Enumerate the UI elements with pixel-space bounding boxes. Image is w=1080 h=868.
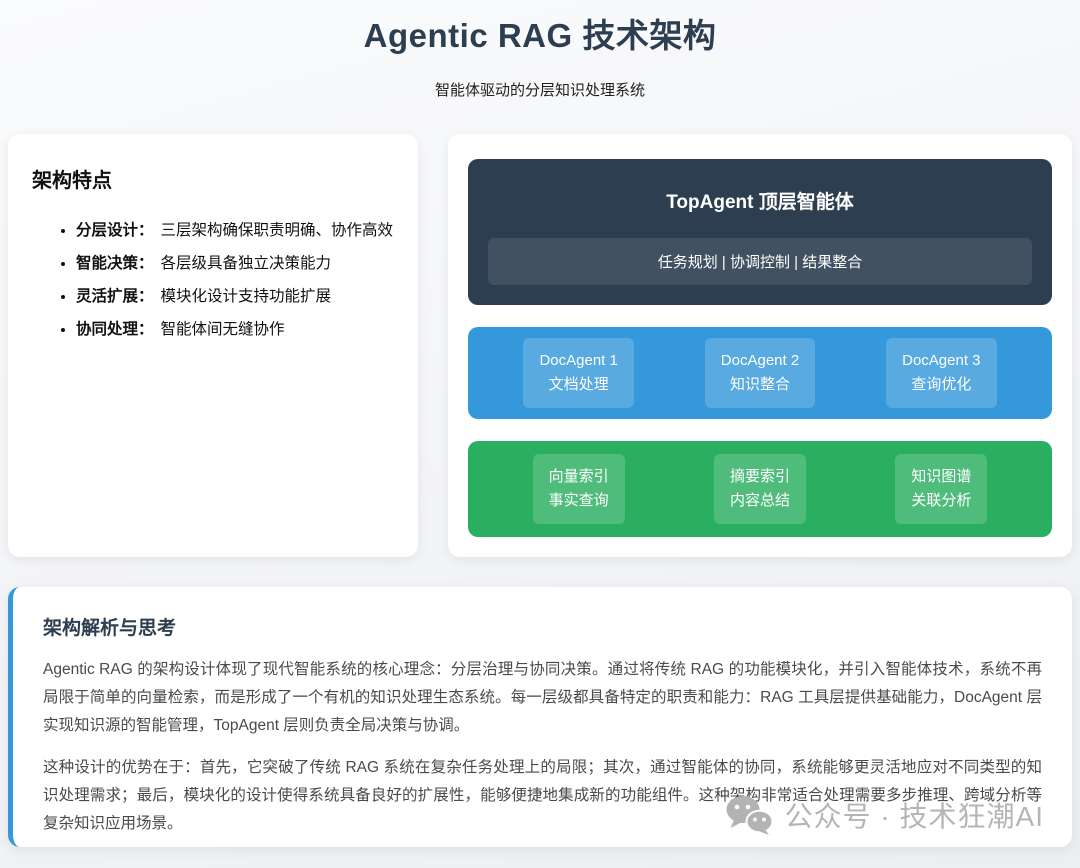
- feature-desc: 智能体间无缝协作: [161, 321, 285, 338]
- feature-term: 智能决策：: [76, 255, 154, 272]
- watermark-text: 公众号 · 技术狂潮AI: [785, 795, 1044, 835]
- doc-agent-role: 文档处理: [539, 373, 617, 397]
- features-list: 分层设计： 三层架构确保职责明确、协作高效 智能决策： 各层级具备独立决策能力 灵活…: [32, 219, 394, 342]
- feature-desc: 模块化设计支持功能扩展: [161, 288, 332, 305]
- page-header: Agentic RAG 技术架构 智能体驱动的分层知识处理系统: [0, 0, 1080, 100]
- watermark: 公众号 · 技术狂潮AI: [725, 795, 1044, 835]
- feature-item-intelligent-decision: 智能决策： 各层级具备独立决策能力: [76, 252, 394, 276]
- wechat-icon: [725, 795, 773, 835]
- tool-role: 内容总结: [730, 489, 790, 513]
- feature-item-flexible-extension: 灵活扩展： 模块化设计支持功能扩展: [76, 285, 394, 309]
- top-row: 架构特点 分层设计： 三层架构确保职责明确、协作高效 智能决策： 各层级具备独立决策…: [8, 134, 1072, 557]
- top-agent-functions: 任务规划 | 协调控制 | 结果整合: [488, 238, 1032, 285]
- doc-agent-role: 知识整合: [721, 373, 799, 397]
- feature-item-collaborative-processing: 协同处理： 智能体间无缝协作: [76, 318, 394, 342]
- analysis-paragraph-1: Agentic RAG 的架构设计体现了现代智能系统的核心理念：分层治理与协同决…: [43, 656, 1042, 741]
- tool-name: 知识图谱: [911, 465, 971, 489]
- doc-agent-3-box: DocAgent 3 查询优化: [886, 338, 996, 408]
- page-subtitle: 智能体驱动的分层知识处理系统: [0, 79, 1080, 100]
- feature-desc: 各层级具备独立决策能力: [161, 255, 332, 272]
- doc-agent-layer: DocAgent 1 文档处理 DocAgent 2 知识整合 DocAgent…: [468, 327, 1052, 419]
- top-agent-layer: TopAgent 顶层智能体 任务规划 | 协调控制 | 结果整合: [468, 159, 1052, 305]
- tool-role: 事实查询: [549, 489, 609, 513]
- features-heading: 架构特点: [32, 164, 394, 193]
- vector-index-box: 向量索引 事实查询: [533, 454, 625, 524]
- feature-item-layered-design: 分层设计： 三层架构确保职责明确、协作高效: [76, 219, 394, 243]
- knowledge-graph-box: 知识图谱 关联分析: [895, 454, 987, 524]
- page-title: Agentic RAG 技术架构: [0, 14, 1080, 59]
- feature-term: 分层设计：: [76, 222, 154, 239]
- rag-tool-layer: 向量索引 事实查询 摘要索引 内容总结 知识图谱 关联分析: [468, 441, 1052, 537]
- features-card: 架构特点 分层设计： 三层架构确保职责明确、协作高效 智能决策： 各层级具备独立决策…: [8, 134, 418, 557]
- page: Agentic RAG 技术架构 智能体驱动的分层知识处理系统 架构特点 分层设…: [0, 0, 1080, 868]
- architecture-diagram-card: TopAgent 顶层智能体 任务规划 | 协调控制 | 结果整合 DocAge…: [448, 134, 1072, 557]
- tool-name: 摘要索引: [730, 465, 790, 489]
- feature-term: 灵活扩展：: [76, 288, 154, 305]
- doc-agent-name: DocAgent 2: [721, 349, 799, 373]
- feature-term: 协同处理：: [76, 321, 154, 338]
- doc-agent-role: 查询优化: [902, 373, 980, 397]
- analysis-card: 架构解析与思考 Agentic RAG 的架构设计体现了现代智能系统的核心理念：…: [8, 587, 1072, 847]
- doc-agent-name: DocAgent 3: [902, 349, 980, 373]
- doc-agent-name: DocAgent 1: [539, 349, 617, 373]
- doc-agent-1-box: DocAgent 1 文档处理: [523, 338, 633, 408]
- feature-desc: 三层架构确保职责明确、协作高效: [161, 222, 394, 239]
- top-agent-title: TopAgent 顶层智能体: [488, 187, 1032, 214]
- analysis-heading: 架构解析与思考: [43, 613, 1042, 640]
- doc-agent-2-box: DocAgent 2 知识整合: [705, 338, 815, 408]
- tool-name: 向量索引: [549, 465, 609, 489]
- tool-role: 关联分析: [911, 489, 971, 513]
- summary-index-box: 摘要索引 内容总结: [714, 454, 806, 524]
